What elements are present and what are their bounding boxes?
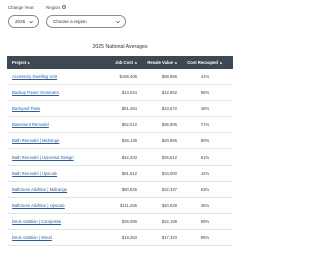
table-row: Backup Power Generator $13,534 $12,862 9… xyxy=(7,85,233,102)
year-select-value: 2025 xyxy=(15,19,26,24)
region-label: Region: xyxy=(46,5,62,10)
table-row: Bath Remodel | Universal Design $42,333 … xyxy=(7,149,233,166)
job-cost-cell: $42,333 xyxy=(121,154,137,160)
table-row: Bathroom Addition | Midrange $60,845 $32… xyxy=(7,182,233,198)
project-link[interactable]: Basement Remodel xyxy=(7,122,103,127)
job-cost-cell: $25,086 xyxy=(121,218,137,224)
job-cost-cell: $18,263 xyxy=(121,234,137,240)
resale-value-cell: $23,672 xyxy=(161,106,177,112)
cost-recouped-cell: 61% xyxy=(200,154,210,160)
info-icon[interactable]: i xyxy=(62,5,67,9)
cost-recouped-cell: 46% xyxy=(200,106,210,112)
table-row: Basement Remodel $52,012 $36,905 71% xyxy=(7,117,233,134)
resale-value-cell: $25,812 xyxy=(161,154,177,160)
table-row: Deck Addition | Wood $18,263 $17,323 95% xyxy=(7,230,233,247)
filters-bar: Change Year: 2025 Region: i Choose a regi… xyxy=(8,5,233,33)
resale-value-cell: $22,199 xyxy=(161,218,177,224)
resale-value-cell: $32,347 xyxy=(161,186,177,192)
table-row: Bathroom Addition | Upscale $111,255 $40… xyxy=(7,198,233,214)
chevron-down-icon xyxy=(116,20,120,24)
chevron-down-icon xyxy=(29,20,33,24)
project-link[interactable]: Bathroom Addition | Midrange xyxy=(7,187,103,192)
region-select[interactable]: Choose a region xyxy=(46,15,126,28)
table-row: Bath Remodel | Upscale $81,612 $34,000 4… xyxy=(7,166,233,182)
project-link[interactable]: Accessory Dwelling Unit xyxy=(7,74,103,79)
column-header-resale-value[interactable]: Resale Value⇅ xyxy=(137,60,177,65)
table-row: Backyard Patio $51,464 $23,672 46% xyxy=(7,101,233,118)
cost-recouped-cell: 42% xyxy=(200,170,210,176)
resale-value-cell: $17,323 xyxy=(161,234,177,240)
table-row: Accessory Dwelling Unit $166,406 $68,856… xyxy=(7,69,233,86)
project-link[interactable]: Backup Power Generator xyxy=(7,90,103,95)
region-select-value: Choose a region xyxy=(53,19,87,24)
project-link[interactable]: Bathroom Addition | Upscale xyxy=(7,203,103,208)
cost-recouped-cell: 80% xyxy=(200,138,210,144)
table-row: Deck Addition | Composite $25,086 $22,19… xyxy=(7,214,233,230)
resale-value-cell: $40,528 xyxy=(161,202,177,208)
resale-value-cell: $20,865 xyxy=(161,138,177,144)
table-header-row: Project⇅ Job Cost⇅ Resale Value⇅ Cost Re… xyxy=(7,56,233,69)
resale-value-cell: $36,905 xyxy=(161,122,177,128)
cost-recouped-cell: 95% xyxy=(200,234,210,240)
region-label-group: Region: i xyxy=(46,5,67,10)
project-link[interactable]: Deck Addition | Composite xyxy=(7,219,103,224)
sort-icon: ⇅ xyxy=(27,60,30,65)
project-link[interactable]: Bath Remodel | Midrange xyxy=(7,138,103,143)
cost-recouped-cell: 36% xyxy=(200,202,210,208)
job-cost-cell: $81,612 xyxy=(121,170,137,176)
resale-value-cell: $68,856 xyxy=(161,74,177,80)
job-cost-cell: $26,138 xyxy=(121,138,137,144)
project-link[interactable]: Backyard Patio xyxy=(7,106,103,111)
year-select[interactable]: 2025 xyxy=(8,15,39,28)
cost-recouped-cell: 53% xyxy=(200,186,210,192)
table-row: Bath Remodel | Midrange $26,138 $20,865 … xyxy=(7,133,233,150)
job-cost-cell: $51,464 xyxy=(121,106,137,112)
cost-recouped-cell: 95% xyxy=(200,90,210,96)
resale-value-cell: $12,862 xyxy=(161,90,177,96)
year-label: Change Year: xyxy=(8,5,35,10)
table-title: 2025 National Averages xyxy=(92,44,148,50)
job-cost-cell: $111,255 xyxy=(120,202,137,208)
cost-recouped-cell: 41% xyxy=(200,74,210,80)
cost-recouped-cell: 89% xyxy=(200,218,210,224)
column-header-cost-recouped[interactable]: Cost Recouped⇅ xyxy=(177,60,222,65)
job-cost-cell: $166,406 xyxy=(119,74,137,80)
sort-icon: ⇅ xyxy=(219,60,222,65)
project-link[interactable]: Bath Remodel | Upscale xyxy=(7,171,103,176)
project-link[interactable]: Deck Addition | Wood xyxy=(7,235,103,240)
project-link[interactable]: Bath Remodel | Universal Design xyxy=(7,155,103,160)
cost-recouped-cell: 71% xyxy=(200,122,210,128)
resale-value-cell: $34,000 xyxy=(161,170,177,176)
job-cost-cell: $52,012 xyxy=(121,122,137,128)
job-cost-cell: $13,534 xyxy=(121,90,137,96)
column-header-project[interactable]: Project⇅ xyxy=(7,60,103,65)
cost-vs-value-table: Project⇅ Job Cost⇅ Resale Value⇅ Cost Re… xyxy=(7,56,233,247)
table-body: Accessory Dwelling Unit $166,406 $68,856… xyxy=(7,69,233,247)
column-header-job-cost[interactable]: Job Cost⇅ xyxy=(103,60,137,65)
job-cost-cell: $60,845 xyxy=(121,186,137,192)
